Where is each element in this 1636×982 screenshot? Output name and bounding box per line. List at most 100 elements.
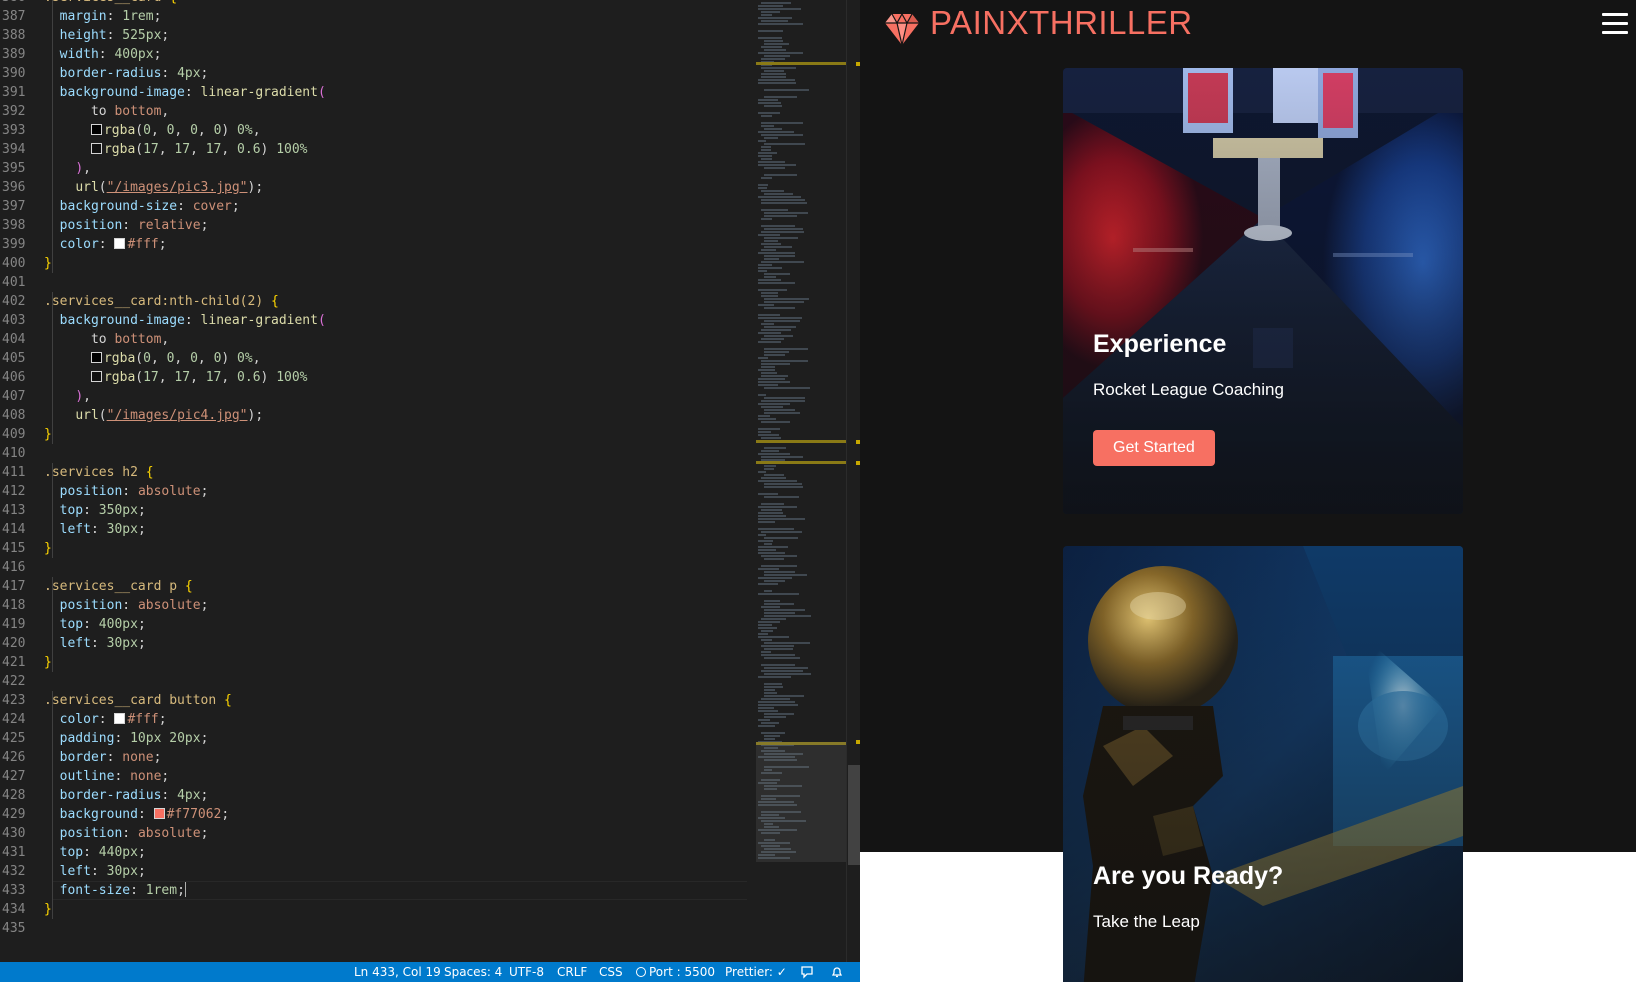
code-line[interactable]: 405 rgba(0, 0, 0, 0) 0%, bbox=[0, 349, 750, 368]
code-token: 400px bbox=[98, 617, 138, 632]
color-swatch[interactable] bbox=[90, 143, 102, 154]
code-line[interactable]: 413 top: 350px; bbox=[0, 501, 750, 520]
minimap-line bbox=[758, 453, 790, 455]
code-line[interactable]: 406 rgba(17, 17, 17, 0.6) 100% bbox=[0, 368, 750, 387]
indent-guide bbox=[52, 425, 53, 444]
color-swatch[interactable] bbox=[90, 371, 102, 382]
minimap-line bbox=[758, 341, 781, 343]
code-line[interactable]: 418 position: absolute; bbox=[0, 596, 750, 615]
code-line[interactable]: 389 width: 400px; bbox=[0, 45, 750, 64]
code-line[interactable]: 409} bbox=[0, 425, 750, 444]
code-line[interactable]: 404 to bottom, bbox=[0, 330, 750, 349]
code-line[interactable]: 434} bbox=[0, 900, 750, 919]
code-line[interactable]: 430 position: absolute; bbox=[0, 824, 750, 843]
minimap-line bbox=[761, 618, 786, 620]
code-line[interactable]: 398 position: relative; bbox=[0, 216, 750, 235]
feedback-icon[interactable] bbox=[800, 965, 814, 982]
code-line[interactable]: 390 border-radius: 4px; bbox=[0, 64, 750, 83]
minimap-line bbox=[758, 518, 805, 520]
code-line[interactable]: 433 font-size: 1rem; bbox=[0, 881, 750, 900]
code-line[interactable]: 423 .services__card button { bbox=[0, 691, 750, 710]
code-line[interactable]: 401 bbox=[0, 273, 750, 292]
code-token: 10px 20px bbox=[130, 731, 201, 746]
code-line[interactable]: 410 bbox=[0, 444, 750, 463]
code-line[interactable]: 400} bbox=[0, 254, 750, 273]
code-line[interactable]: 396 url("/images/pic3.jpg"); bbox=[0, 178, 750, 197]
code-line[interactable]: 397 background-size: cover; bbox=[0, 197, 750, 216]
code-lines[interactable]: 386.services__card {387 margin: 1rem;388… bbox=[0, 0, 750, 938]
code-line[interactable]: 414 left: 30px; bbox=[0, 520, 750, 539]
code-line[interactable]: 421} bbox=[0, 653, 750, 672]
minimap-line bbox=[764, 483, 802, 485]
code-line[interactable]: 412 position: absolute; bbox=[0, 482, 750, 501]
hamburger-menu-icon[interactable] bbox=[1602, 13, 1628, 35]
code-line[interactable]: 416 bbox=[0, 558, 750, 577]
indent-guide bbox=[52, 387, 53, 406]
code-line[interactable]: 395 ), bbox=[0, 159, 750, 178]
code-line[interactable]: 391 background-image: linear-gradient( bbox=[0, 83, 750, 102]
indentation[interactable]: Spaces: 4 bbox=[444, 965, 502, 979]
code-token: : bbox=[122, 218, 138, 233]
minimap[interactable] bbox=[756, 0, 846, 862]
minimap-line bbox=[761, 372, 777, 374]
code-line[interactable]: 420 left: 30px; bbox=[0, 634, 750, 653]
code-line[interactable]: 424 color: #fff; bbox=[0, 710, 750, 729]
code-token: ) bbox=[221, 123, 238, 138]
code-line[interactable]: 399 color: #fff; bbox=[0, 235, 750, 254]
live-server-port[interactable]: Port : 5500 bbox=[636, 965, 715, 979]
color-swatch[interactable] bbox=[90, 124, 102, 135]
code-token: 100% bbox=[276, 142, 308, 157]
code-line[interactable]: 388 height: 525px; bbox=[0, 26, 750, 45]
minimap-viewport[interactable] bbox=[756, 742, 846, 862]
code-line[interactable]: 415} bbox=[0, 539, 750, 558]
code-line[interactable]: 403 background-image: linear-gradient( bbox=[0, 311, 750, 330]
color-swatch[interactable] bbox=[114, 238, 126, 249]
code-line[interactable]: 426 border: none; bbox=[0, 748, 750, 767]
code-line[interactable]: 431 top: 440px; bbox=[0, 843, 750, 862]
code-line[interactable]: 429 background: #f77062; bbox=[0, 805, 750, 824]
code-line[interactable]: 411 .services h2 { bbox=[0, 463, 750, 482]
color-swatch[interactable] bbox=[114, 713, 126, 724]
code-token: none bbox=[122, 750, 154, 765]
encoding[interactable]: UTF-8 bbox=[509, 965, 544, 979]
code-line[interactable]: 435 bbox=[0, 919, 750, 938]
color-swatch[interactable] bbox=[90, 352, 102, 363]
code-editor[interactable]: 386.services__card {387 margin: 1rem;388… bbox=[0, 0, 860, 982]
end-of-line[interactable]: CRLF bbox=[557, 965, 587, 979]
code-token: } bbox=[44, 902, 52, 917]
code-line[interactable]: 392 to bottom, bbox=[0, 102, 750, 121]
minimap-line bbox=[758, 332, 781, 334]
prettier-status[interactable]: Prettier: ✓ bbox=[725, 965, 787, 979]
minimap-line bbox=[758, 428, 780, 430]
minimap-line bbox=[758, 155, 772, 157]
code-token: : bbox=[90, 522, 107, 537]
code-line[interactable]: 428 border-radius: 4px; bbox=[0, 786, 750, 805]
cursor-position[interactable]: Ln 433, Col 19 bbox=[354, 965, 441, 979]
code-line[interactable]: 417 .services__card p { bbox=[0, 577, 750, 596]
code-line[interactable]: 422 bbox=[0, 672, 750, 691]
code-line[interactable]: 425 padding: 10px 20px; bbox=[0, 729, 750, 748]
get-started-button[interactable]: Get Started bbox=[1093, 430, 1215, 466]
editor-scrollbar[interactable] bbox=[846, 0, 860, 962]
scrollbar-thumb[interactable] bbox=[848, 765, 860, 865]
gem-logo-icon[interactable] bbox=[884, 12, 920, 46]
minimap-line bbox=[761, 450, 779, 452]
minimap-line bbox=[758, 549, 776, 551]
code-line[interactable]: 393 rgba(0, 0, 0, 0) 0%, bbox=[0, 121, 750, 140]
code-line[interactable]: 427 outline: none; bbox=[0, 767, 750, 786]
code-line[interactable]: 408 url("/images/pic4.jpg"); bbox=[0, 406, 750, 425]
minimap-line bbox=[758, 279, 781, 281]
code-line[interactable]: 419 top: 400px; bbox=[0, 615, 750, 634]
language-mode[interactable]: CSS bbox=[599, 965, 623, 979]
code-line[interactable]: 394 rgba(17, 17, 17, 0.6) 100% bbox=[0, 140, 750, 159]
brand-logo-text[interactable]: PAINXTHRILLER bbox=[930, 4, 1193, 42]
code-line[interactable]: 386.services__card { bbox=[0, 0, 750, 7]
minimap-line bbox=[761, 606, 780, 608]
code-line[interactable]: 432 left: 30px; bbox=[0, 862, 750, 881]
code-line[interactable]: 387 margin: 1rem; bbox=[0, 7, 750, 26]
code-line[interactable]: 407 ), bbox=[0, 387, 750, 406]
code-line[interactable]: 402 .services__card:nth-child(2) { bbox=[0, 292, 750, 311]
minimap-line bbox=[764, 713, 794, 715]
bell-icon[interactable] bbox=[830, 965, 844, 982]
color-swatch[interactable] bbox=[153, 808, 165, 819]
